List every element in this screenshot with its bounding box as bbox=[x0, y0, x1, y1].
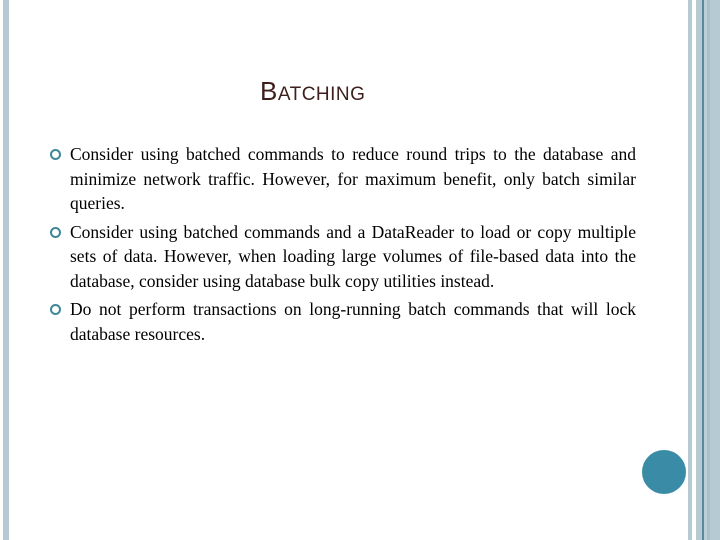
hollow-circle-bullet-icon bbox=[50, 226, 61, 238]
hollow-circle-bullet-icon bbox=[50, 149, 61, 160]
bullet-text: Consider using batched commands and a Da… bbox=[70, 221, 636, 291]
title-first-letter: B bbox=[260, 76, 278, 106]
bullet-list: Consider using batched commands to reduc… bbox=[50, 142, 636, 350]
bullet-item: Consider using batched commands to reduc… bbox=[50, 142, 636, 216]
bullet-item: Consider using batched commands and a Da… bbox=[50, 220, 636, 294]
accent-circle-icon bbox=[642, 450, 686, 494]
left-decorative-bar bbox=[3, 0, 9, 540]
bullet-text: Do not perform transactions on long-runn… bbox=[70, 299, 636, 344]
slide: BATCHING Consider using batched commands… bbox=[0, 0, 720, 540]
right-decorative-stripe bbox=[710, 0, 720, 540]
right-decorative-stripe bbox=[688, 0, 692, 540]
bullet-text: Consider using batched commands to reduc… bbox=[70, 144, 636, 213]
slide-title: BATCHING bbox=[260, 76, 365, 107]
hollow-circle-bullet-icon bbox=[50, 304, 61, 315]
title-rest: ATCHING bbox=[277, 84, 366, 105]
bullet-item: Do not perform transactions on long-runn… bbox=[50, 297, 636, 346]
